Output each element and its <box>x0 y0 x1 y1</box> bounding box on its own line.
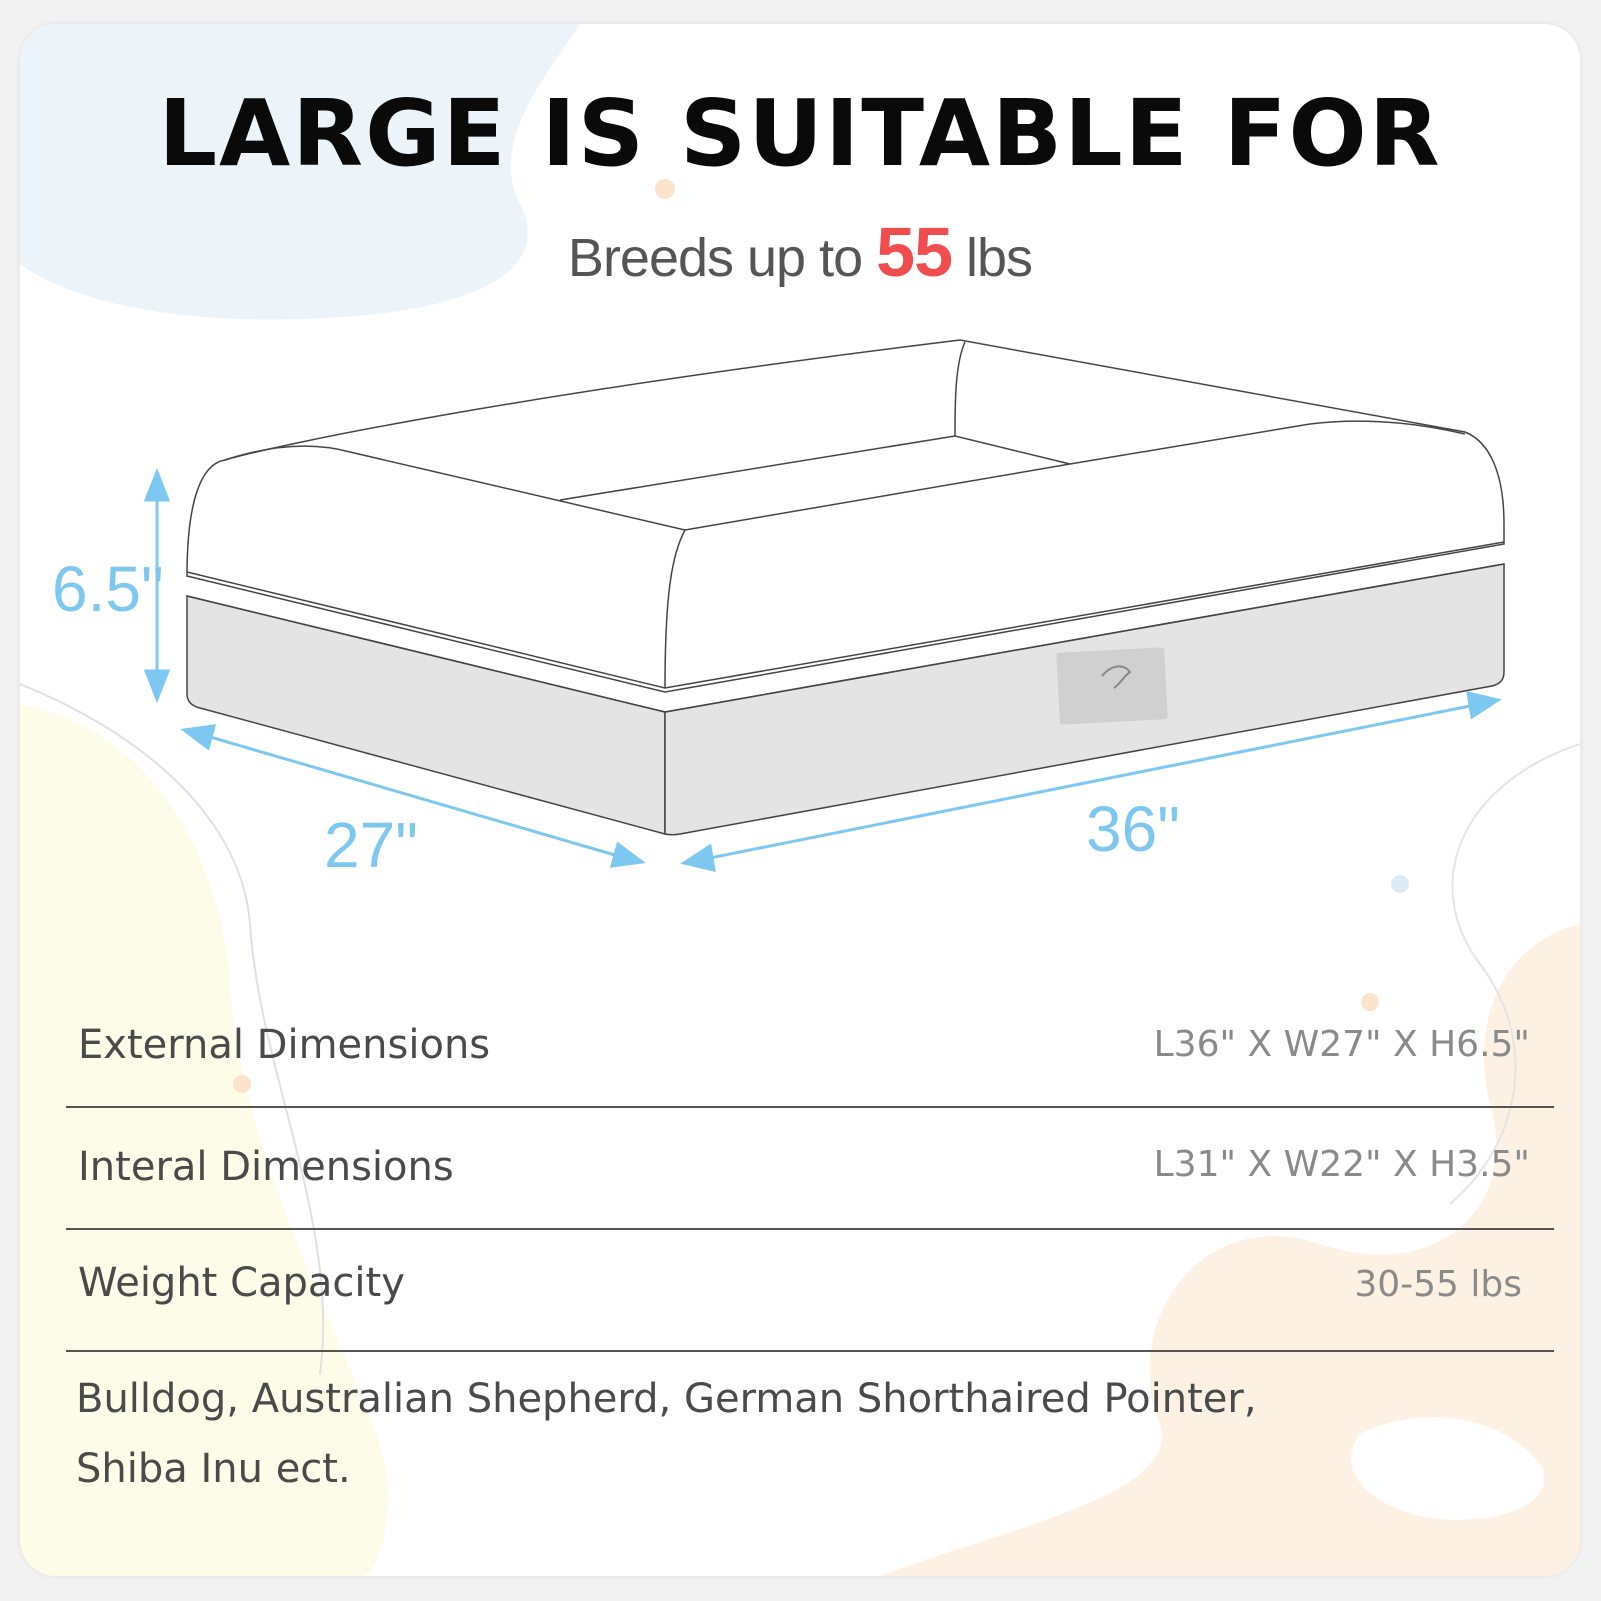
breed-list: Bulldog, Australian Shepherd, German Sho… <box>76 1364 1376 1504</box>
spec-row-weight: Weight Capacity 30-55 lbs <box>66 1244 1554 1364</box>
spec-label: Interal Dimensions <box>78 1144 454 1190</box>
divider <box>66 1350 1554 1352</box>
dog-bed-illustration <box>143 339 1505 872</box>
spec-value: L31" X W22" X H3.5" <box>1153 1144 1530 1185</box>
divider <box>66 1106 1554 1108</box>
width-label: 27" <box>324 809 418 881</box>
spec-row-internal: Interal Dimensions L31" X W22" X H3.5" <box>66 1128 1554 1248</box>
height-label: 6.5" <box>52 553 164 625</box>
spec-label: Weight Capacity <box>78 1260 405 1306</box>
spec-value: L36" X W27" X H6.5" <box>1153 1024 1530 1065</box>
product-card: LARGE IS SUITABLE FOR Breeds up to 55 lb… <box>20 24 1580 1576</box>
logo-patch <box>1056 647 1168 725</box>
spec-label: External Dimensions <box>78 1022 491 1068</box>
spec-value: 30-55 lbs <box>1354 1264 1522 1305</box>
length-label: 36" <box>1086 793 1180 865</box>
divider <box>66 1228 1554 1230</box>
breed-line: Shiba Inu ect. <box>76 1446 351 1492</box>
breed-line: Bulldog, Australian Shepherd, German Sho… <box>76 1376 1257 1422</box>
